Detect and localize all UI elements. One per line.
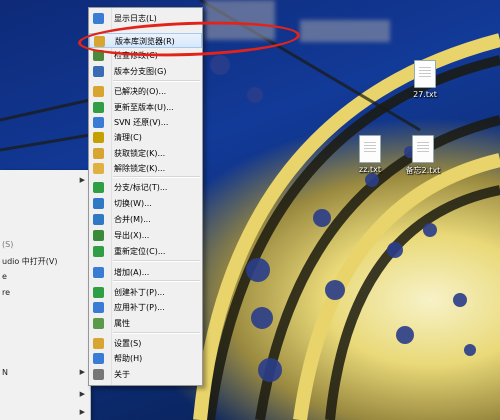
show-log-icon xyxy=(93,13,104,24)
release-lock-icon xyxy=(93,163,104,174)
update-to-revision-icon xyxy=(93,102,104,113)
menu-item-merge[interactable]: 合并(M)... xyxy=(89,212,202,227)
menu-item-label: 帮助(H) xyxy=(114,354,143,363)
menu-item-relocate[interactable]: 重新定位(C)... xyxy=(89,244,202,259)
menu-separator xyxy=(113,80,200,82)
text-file-icon xyxy=(414,60,436,88)
parent-context-menu: ▶ (S) udio 中打开(V) e re N ▶ ▶ ▶ xyxy=(0,170,91,420)
relocate-icon xyxy=(93,246,104,257)
menu-item-label: SVN 还原(V)... xyxy=(114,118,169,127)
menu-item-label: 解除锁定(K)... xyxy=(114,164,166,173)
menu-item-revision-graph[interactable]: 版本分支图(G) xyxy=(89,64,202,79)
menu-item-label: 版本分支图(G) xyxy=(114,67,167,76)
menu-item-label: 重新定位(C)... xyxy=(114,247,166,256)
menu-item-release-lock[interactable]: 解除锁定(K)... xyxy=(89,161,202,176)
desktop-file-label: zz.txt xyxy=(359,165,381,174)
desktop-file-icon[interactable]: 备忘2.txt xyxy=(393,135,453,176)
menu-item-label: 应用补丁(P)... xyxy=(114,303,165,312)
revision-graph-icon xyxy=(93,66,104,77)
about-icon xyxy=(93,369,104,380)
help-icon xyxy=(93,353,104,364)
desktop-file-label: 备忘2.txt xyxy=(405,166,441,175)
menu-item-label: 增加(A)... xyxy=(114,268,150,277)
submenu-arrow-icon: ▶ xyxy=(79,368,85,376)
menu-item-label: 关于 xyxy=(114,370,130,379)
text-file-icon xyxy=(359,135,381,163)
menu-item-resolved[interactable]: 已解决的(O)... xyxy=(89,84,202,99)
menu-item-label: 已解决的(O)... xyxy=(114,87,167,96)
blurred-icon-region xyxy=(300,20,390,42)
submenu-arrow-icon: ▶ xyxy=(79,408,85,416)
merge-icon xyxy=(93,214,104,225)
menu-item-label: 获取锁定(K)... xyxy=(114,149,166,158)
menu-item-label: 显示日志(L) xyxy=(114,14,157,23)
menu-item-about[interactable]: 关于 xyxy=(89,367,202,382)
menu-separator xyxy=(113,176,200,178)
export-icon xyxy=(93,230,104,241)
menu-item-label: 创建补丁(P)... xyxy=(114,288,165,297)
branch-tag-icon xyxy=(93,182,104,193)
create-patch-icon xyxy=(93,287,104,298)
menu-item-label: 分支/标记(T)... xyxy=(114,183,168,192)
menu-item-label: 更新至版本(U)... xyxy=(114,103,174,112)
desktop-file-icon[interactable]: zz.txt xyxy=(340,135,400,174)
add-icon xyxy=(93,267,104,278)
left-menu-item[interactable]: N xyxy=(2,368,8,377)
left-menu-item[interactable]: e xyxy=(2,272,7,281)
left-menu-item[interactable]: re xyxy=(2,288,10,297)
cleanup-icon xyxy=(93,132,104,143)
menu-item-cleanup[interactable]: 清理(C) xyxy=(89,130,202,145)
submenu-arrow-icon: ▶ xyxy=(79,176,85,184)
tortoisesvn-context-menu: 显示日志(L) 版本库浏览器(R) 检查修改(C) 版本分支图(G) 已解决的(O)..… xyxy=(88,7,203,386)
menu-item-label: 属性 xyxy=(114,319,130,328)
menu-item-apply-patch[interactable]: 应用补丁(P)... xyxy=(89,300,202,315)
menu-item-add[interactable]: 增加(A)... xyxy=(89,265,202,280)
menu-separator xyxy=(113,280,200,282)
left-menu-item[interactable]: udio 中打开(V) xyxy=(2,256,58,267)
desktop-file-label: 27.txt xyxy=(413,90,437,99)
menu-item-properties[interactable]: 属性 xyxy=(89,316,202,331)
settings-icon xyxy=(93,338,104,349)
menu-item-get-lock[interactable]: 获取锁定(K)... xyxy=(89,146,202,161)
menu-item-svn-revert[interactable]: SVN 还原(V)... xyxy=(89,115,202,130)
menu-separator xyxy=(113,260,200,262)
get-lock-icon xyxy=(93,148,104,159)
menu-item-create-patch[interactable]: 创建补丁(P)... xyxy=(89,285,202,300)
left-menu-item[interactable]: (S) xyxy=(2,240,13,249)
menu-item-branch-tag[interactable]: 分支/标记(T)... xyxy=(89,180,202,195)
menu-separator xyxy=(113,332,200,334)
menu-item-switch[interactable]: 切换(W)... xyxy=(89,196,202,211)
desktop-file-icon[interactable]: 27.txt xyxy=(395,60,455,99)
menu-item-label: 清理(C) xyxy=(114,133,142,142)
switch-icon xyxy=(93,198,104,209)
apply-patch-icon xyxy=(93,302,104,313)
menu-item-label: 切换(W)... xyxy=(114,199,152,208)
menu-item-help[interactable]: 帮助(H) xyxy=(89,351,202,366)
submenu-arrow-icon: ▶ xyxy=(79,390,85,398)
menu-item-settings[interactable]: 设置(S) xyxy=(89,336,202,351)
menu-item-export[interactable]: 导出(X)... xyxy=(89,228,202,243)
menu-item-label: 导出(X)... xyxy=(114,231,150,240)
text-file-icon xyxy=(412,135,434,163)
menu-item-label: 合并(M)... xyxy=(114,215,151,224)
svn-revert-icon xyxy=(93,117,104,128)
menu-item-update-to-revision[interactable]: 更新至版本(U)... xyxy=(89,100,202,115)
properties-icon xyxy=(93,318,104,329)
resolved-icon xyxy=(93,86,104,97)
menu-item-label: 设置(S) xyxy=(114,339,142,348)
